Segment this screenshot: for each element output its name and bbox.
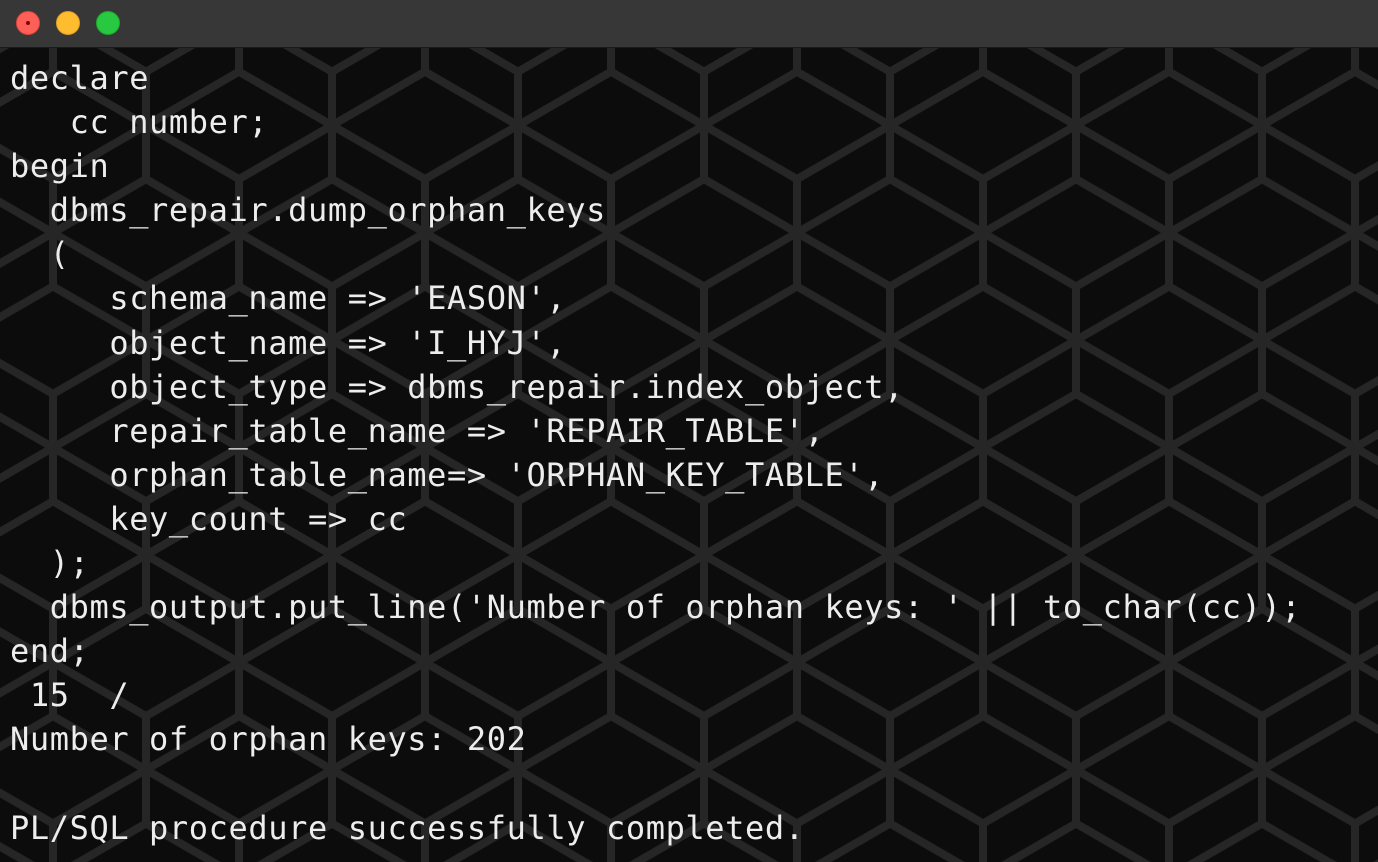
terminal-line: ); — [10, 544, 90, 583]
terminal-line: orphan_table_name=> 'ORPHAN_KEY_TABLE', — [10, 455, 885, 494]
terminal-line: object_type => dbms_repair.index_object, — [10, 367, 904, 406]
maximize-button[interactable] — [96, 11, 120, 35]
terminal-line: cc number; — [10, 103, 269, 142]
terminal-output[interactable]: declare cc number; begin dbms_repair.dump… — [0, 48, 1378, 862]
terminal-window: declare cc number; begin dbms_repair.dump… — [0, 0, 1378, 862]
close-button[interactable] — [16, 11, 40, 35]
terminal-line: repair_table_name => 'REPAIR_TABLE', — [10, 411, 825, 450]
terminal-line: end; — [10, 632, 90, 671]
minimize-button[interactable] — [56, 11, 80, 35]
terminal-line: begin — [10, 147, 110, 186]
terminal-line: schema_name => 'EASON', — [10, 279, 567, 318]
terminal-line: 15 / — [10, 676, 130, 715]
terminal-line: declare — [10, 59, 150, 97]
terminal-line: object_name => 'I_HYJ', — [10, 323, 567, 362]
terminal-line: ( — [10, 235, 70, 274]
terminal-line: PL/SQL procedure successfully completed. — [10, 808, 805, 847]
terminal-line: dbms_output.put_line('Number of orphan k… — [10, 588, 1302, 627]
title-bar[interactable] — [0, 0, 1378, 48]
terminal-line: Number of orphan keys: 202 — [10, 720, 527, 759]
terminal-text[interactable]: declare cc number; begin dbms_repair.dump… — [10, 56, 1301, 850]
terminal-line: key_count => cc — [10, 499, 408, 538]
terminal-line: dbms_repair.dump_orphan_keys — [10, 191, 606, 230]
